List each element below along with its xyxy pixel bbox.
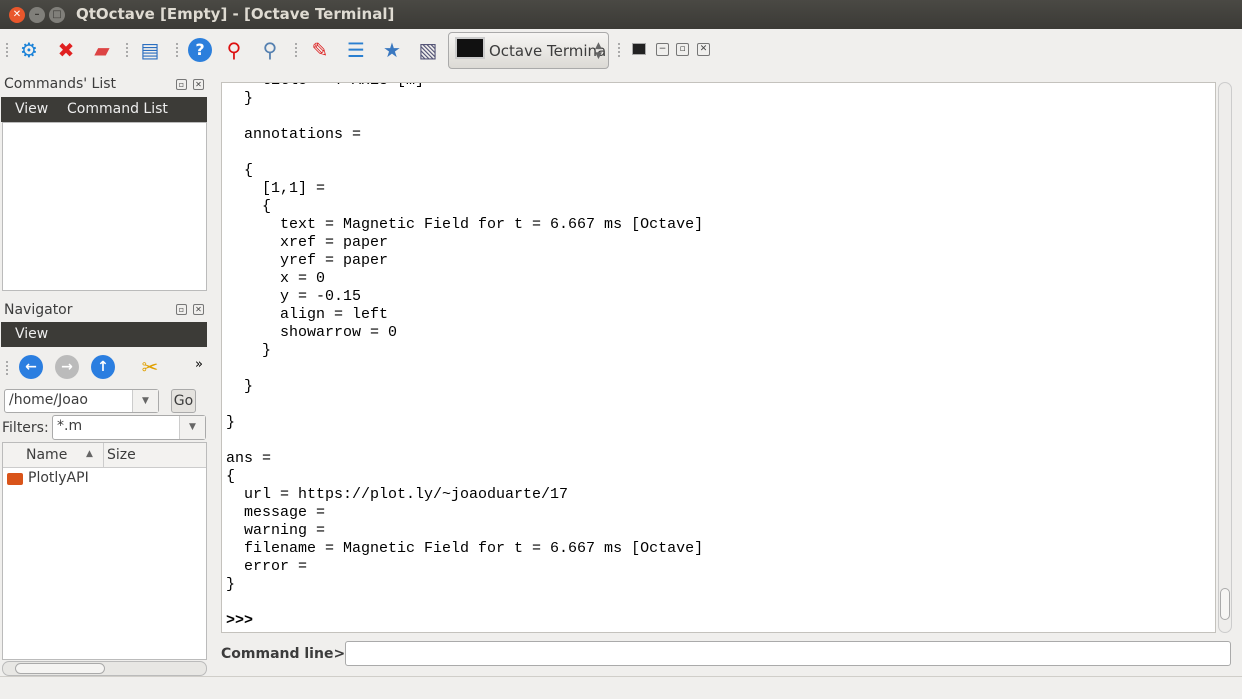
table-icon[interactable]: ▤ (138, 38, 162, 62)
spinner-icon: ▲ ▼ (595, 41, 602, 61)
column-name[interactable]: Name (26, 447, 67, 463)
dropdown-arrow-icon: ▼ (179, 416, 205, 439)
filter-combo[interactable]: *.m ▼ (52, 415, 206, 440)
path-combo[interactable]: /home/Joao ▼ (4, 389, 159, 413)
editor-icon[interactable]: ✎ (308, 38, 332, 62)
commands-list-menubar: View Command List (1, 97, 207, 122)
horizontal-scrollbar[interactable] (2, 661, 207, 676)
sort-asc-icon: ▲ (86, 449, 93, 459)
terminal-line: y = -0.15 (226, 288, 362, 305)
scrollbar-thumb[interactable] (1220, 588, 1230, 620)
terminal-line: align = left (226, 306, 389, 323)
command-line-label: Command line>> (221, 646, 357, 662)
column-size[interactable]: Size (107, 447, 136, 463)
close-subwindow-button[interactable]: ✕ (697, 43, 710, 56)
terminal-line: } (226, 378, 254, 395)
open-folder-icon[interactable]: ★ (380, 38, 404, 62)
scrollbar-thumb[interactable] (15, 663, 105, 674)
navigator-menubar: View (1, 322, 207, 347)
terminal-line: { (226, 468, 236, 485)
menu-view[interactable]: View (15, 101, 48, 117)
terminal-line: [1,1] = (226, 180, 326, 197)
file-list[interactable]: Name ▲ Size PlotlyAPI (2, 442, 207, 660)
stop-icon[interactable]: ✖ (54, 38, 78, 62)
clear-icon[interactable]: ▰ (90, 38, 114, 62)
dropdown-arrow-icon: ▼ (132, 390, 158, 412)
terminal-line: message = (226, 504, 326, 521)
up-icon[interactable]: ↑ (91, 355, 115, 379)
terminal-line: { (226, 162, 254, 179)
close-window-button[interactable]: ✕ (9, 7, 25, 23)
terminal-line: } (226, 90, 254, 107)
terminal-line: } (226, 576, 236, 593)
vertical-scrollbar[interactable] (1218, 82, 1232, 633)
search-icon[interactable]: ⚲ (258, 38, 282, 62)
terminal-line: error = (226, 558, 308, 575)
help-icon[interactable]: ? (188, 38, 212, 62)
navigator-title: Navigator (4, 302, 73, 318)
terminal-line: filename = Magnetic Field for t = 6.667 … (226, 540, 704, 557)
terminal-line: url = https://plot.ly/~joaoduarte/17 (226, 486, 569, 503)
terminal-line: >>> (226, 612, 254, 629)
status-bar (0, 676, 1242, 699)
notes-icon[interactable]: ▧ (416, 38, 440, 62)
main-toolbar (0, 29, 1242, 71)
cut-icon[interactable]: ✂ (138, 355, 162, 379)
more-tools-button[interactable]: » (195, 357, 203, 372)
file-row[interactable]: PlotlyAPI (3, 469, 206, 489)
filters-label: Filters: (2, 420, 49, 436)
menu-command-list[interactable]: Command List (67, 101, 168, 117)
restore-subwindow-button[interactable]: ▫ (676, 43, 689, 56)
terminal-line: warning = (226, 522, 326, 539)
settings-icon[interactable]: ⚙ (17, 38, 41, 62)
terminal-line: } (226, 414, 236, 431)
window-selector[interactable]: Octave Termina ▲ ▼ (448, 32, 609, 69)
terminal-line: xref = paper (226, 234, 389, 251)
terminal-line: x = 0 (226, 270, 326, 287)
title-bar: ✕ – □ QtOctave [Empty] - [Octave Termina… (0, 0, 1242, 29)
window-title: QtOctave [Empty] - [Octave Terminal] (76, 5, 395, 23)
terminal-line: yref = paper (226, 252, 389, 269)
close-dock-button[interactable]: ✕ (193, 304, 204, 315)
minimize-subwindow-button[interactable]: − (656, 43, 669, 56)
octave-terminal-output[interactable]: title = Y Axis [m] } annotations = { [1,… (221, 82, 1216, 633)
terminal-icon (455, 37, 485, 59)
folder-icon (7, 473, 23, 485)
terminal-line: showarrow = 0 (226, 324, 398, 341)
command-line-input[interactable] (345, 641, 1231, 666)
terminal-line: ans = (226, 450, 272, 467)
list-icon[interactable]: ☰ (344, 38, 368, 62)
close-dock-button[interactable]: ✕ (193, 79, 204, 90)
float-dock-button[interactable]: ▫ (176, 79, 187, 90)
minimize-window-button[interactable]: – (29, 7, 45, 23)
terminal-small-icon (632, 43, 646, 55)
float-dock-button[interactable]: ▫ (176, 304, 187, 315)
search-help-icon[interactable]: ⚲ (222, 38, 246, 62)
terminal-line: annotations = (226, 126, 362, 143)
terminal-line: } (226, 342, 272, 359)
maximize-window-button[interactable]: □ (49, 7, 65, 23)
commands-list[interactable] (2, 122, 207, 291)
terminal-line: text = Magnetic Field for t = 6.667 ms [… (226, 216, 704, 233)
commands-list-title: Commands' List (4, 76, 117, 92)
terminal-line: title = Y Axis [m] (226, 83, 703, 90)
menu-view[interactable]: View (15, 326, 48, 342)
terminal-line: { (226, 198, 272, 215)
forward-icon[interactable]: → (55, 355, 79, 379)
back-icon[interactable]: ← (19, 355, 43, 379)
go-button[interactable]: Go (171, 389, 196, 413)
